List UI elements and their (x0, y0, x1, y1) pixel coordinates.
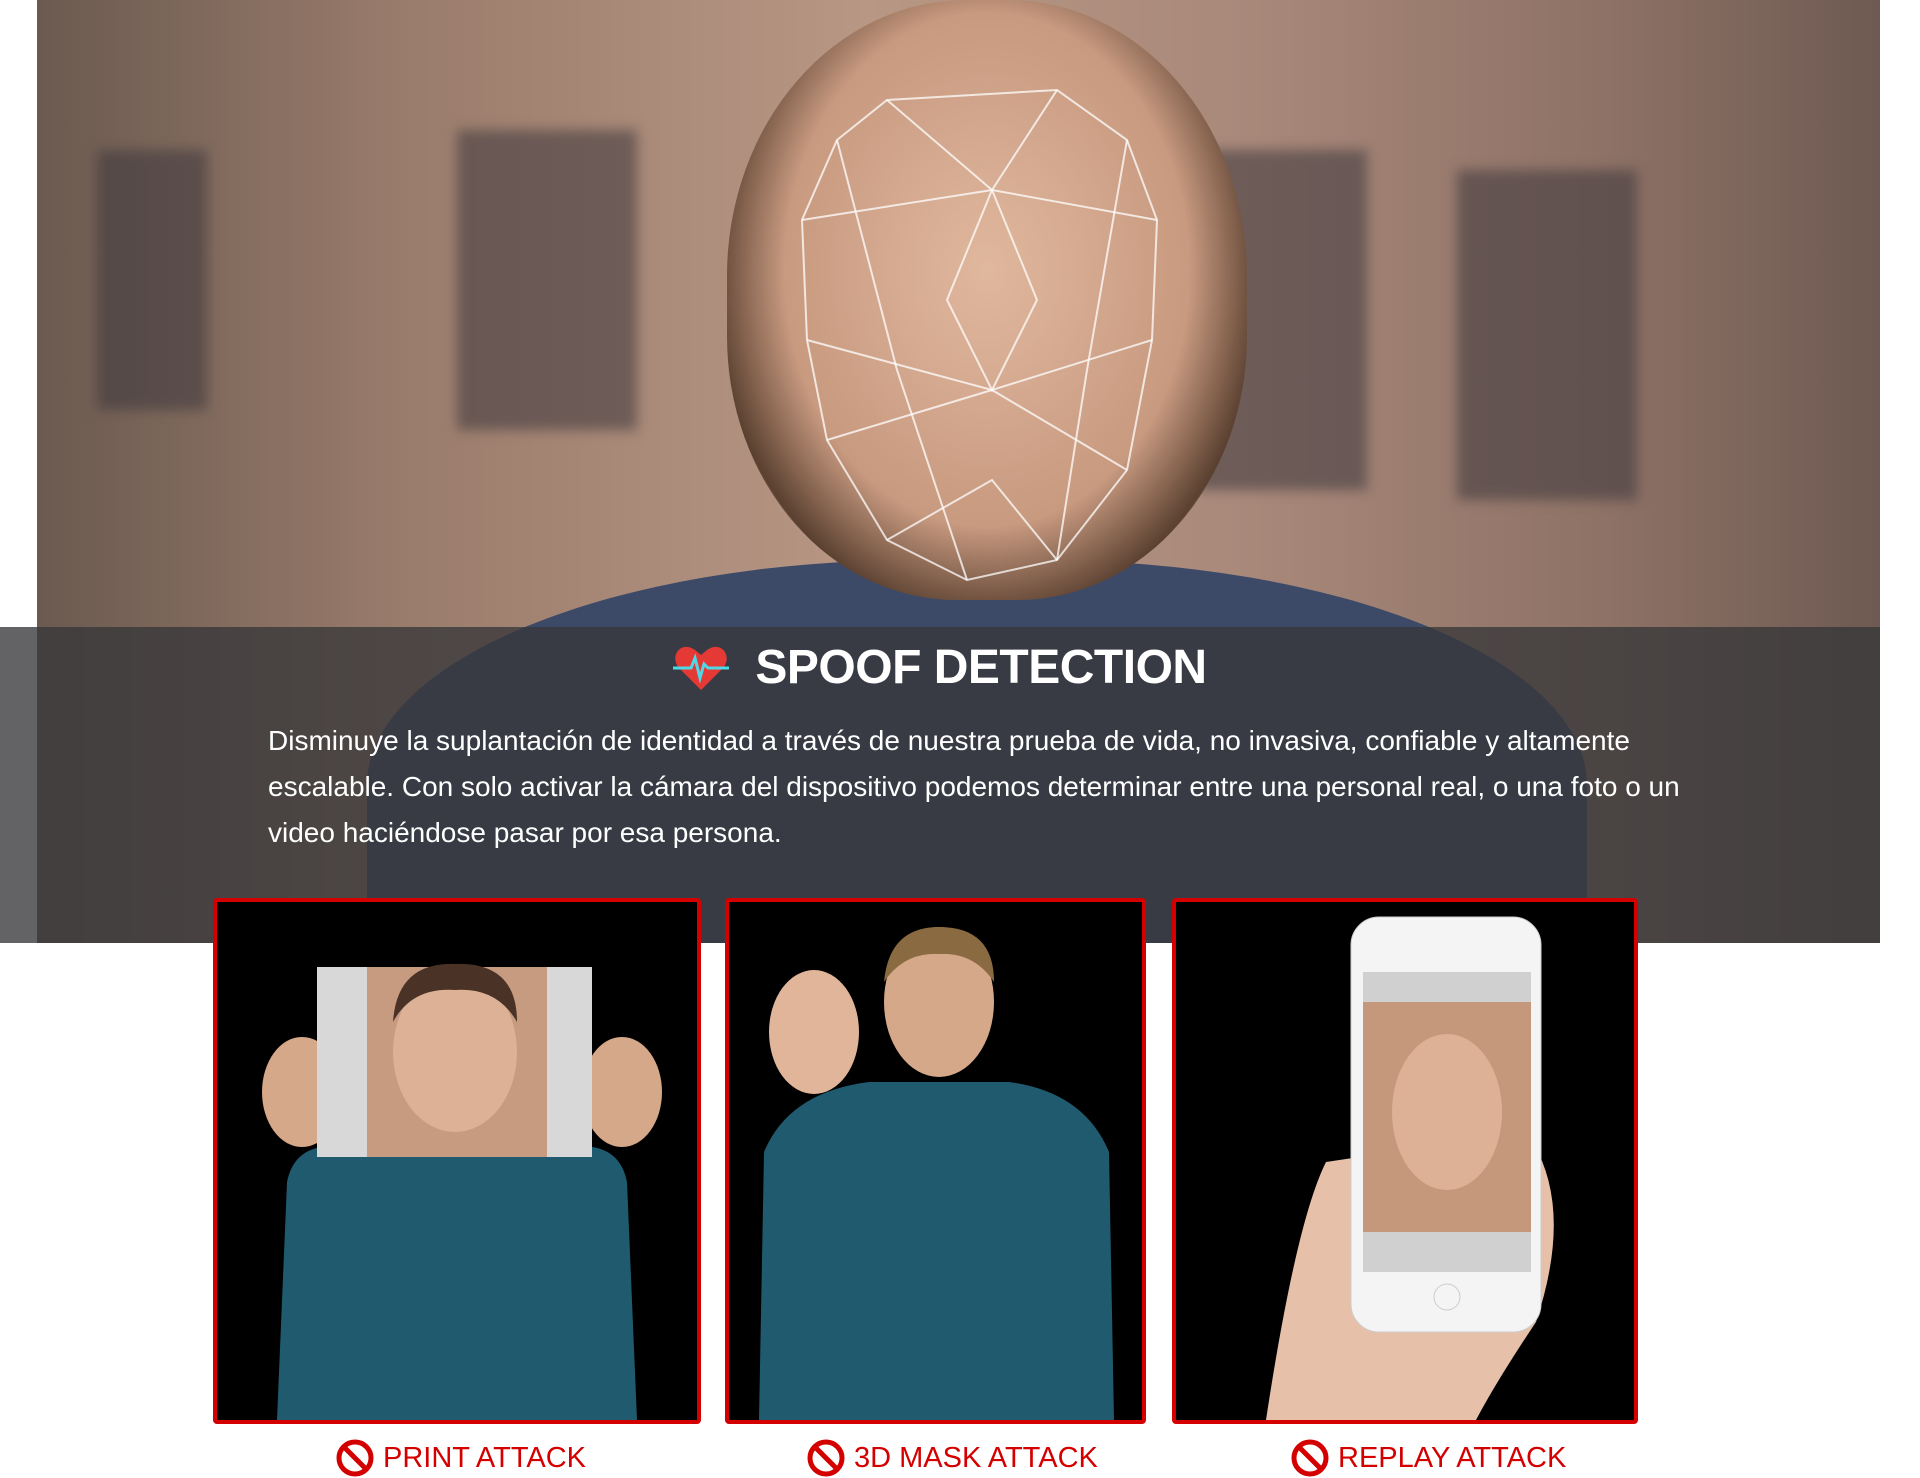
attack-label-3d-mask: 3D MASK ATTACK (806, 1438, 1098, 1478)
face-mesh-overlay (800, 88, 1159, 582)
attack-label-text: 3D MASK ATTACK (854, 1441, 1098, 1474)
3d-mask-attack-image (725, 898, 1146, 1424)
prohibited-icon (1291, 1439, 1329, 1477)
attack-label-print: PRINT ATTACK (335, 1438, 586, 1478)
section-title: SPOOF DETECTION (755, 641, 1207, 694)
heart-pulse-icon (673, 646, 730, 690)
section-description: Disminuye la suplantación de identidad a… (268, 725, 1680, 848)
replay-attack-image (1172, 898, 1638, 1424)
attack-label-text: REPLAY ATTACK (1338, 1441, 1567, 1474)
attack-label-replay: REPLAY ATTACK (1290, 1438, 1566, 1478)
prohibited-icon (336, 1439, 374, 1477)
attack-label-text: PRINT ATTACK (383, 1441, 587, 1474)
section-header: SPOOF DETECTION (0, 640, 1880, 695)
prohibited-icon (807, 1439, 845, 1477)
print-attack-image (213, 898, 701, 1424)
